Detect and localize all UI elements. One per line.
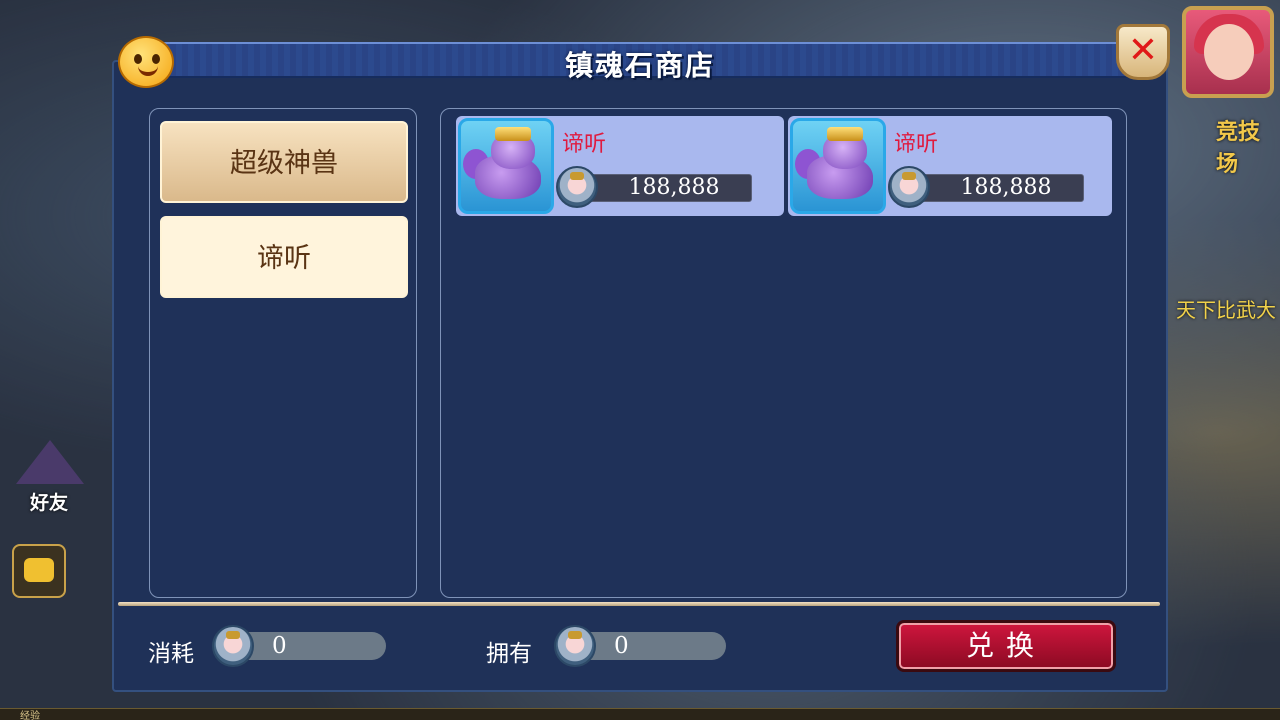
chat-button[interactable] xyxy=(12,544,66,598)
item-price: 188,888 xyxy=(586,174,752,202)
chat-bubble-icon xyxy=(24,558,54,582)
tournament-label[interactable]: 天下比武大 xyxy=(1176,294,1276,323)
item-price: 188,888 xyxy=(918,174,1084,202)
soul-stone-currency-icon xyxy=(888,166,930,208)
close-icon: ✕ xyxy=(1127,30,1159,71)
shop-item-card[interactable]: 谛听 188,888 xyxy=(456,116,784,216)
arena-label[interactable]: 竞技场 xyxy=(1216,114,1280,178)
soul-stone-currency-icon xyxy=(212,625,254,667)
friends-button[interactable]: 好友 xyxy=(10,440,90,520)
exchange-button[interactable]: 兑换 xyxy=(896,620,1116,672)
soul-stone-currency-icon xyxy=(554,625,596,667)
consume-label: 消耗 xyxy=(148,641,194,667)
shop-item-card[interactable]: 谛听 188,888 xyxy=(788,116,1112,216)
soul-stone-currency-icon xyxy=(556,166,598,208)
exp-bar: 经验 xyxy=(0,708,1280,720)
item-name: 谛听 xyxy=(562,132,607,157)
item-name: 谛听 xyxy=(894,132,939,157)
close-button[interactable]: ✕ xyxy=(1116,24,1170,80)
ditin-beast-icon xyxy=(458,118,554,214)
exp-label: 经验 xyxy=(20,711,40,720)
smiley-emoji-icon xyxy=(118,36,174,88)
owned-label: 拥有 xyxy=(486,641,532,667)
category-tab-super-beast[interactable]: 超级神兽 xyxy=(160,121,408,203)
page-title: 镇魂石商店 xyxy=(564,49,715,82)
hat-icon xyxy=(16,440,84,484)
friends-label: 好友 xyxy=(30,492,69,514)
category-tab-ditin[interactable]: 谛听 xyxy=(160,216,408,298)
ditin-beast-icon xyxy=(790,118,886,214)
footer-divider xyxy=(118,602,1160,606)
